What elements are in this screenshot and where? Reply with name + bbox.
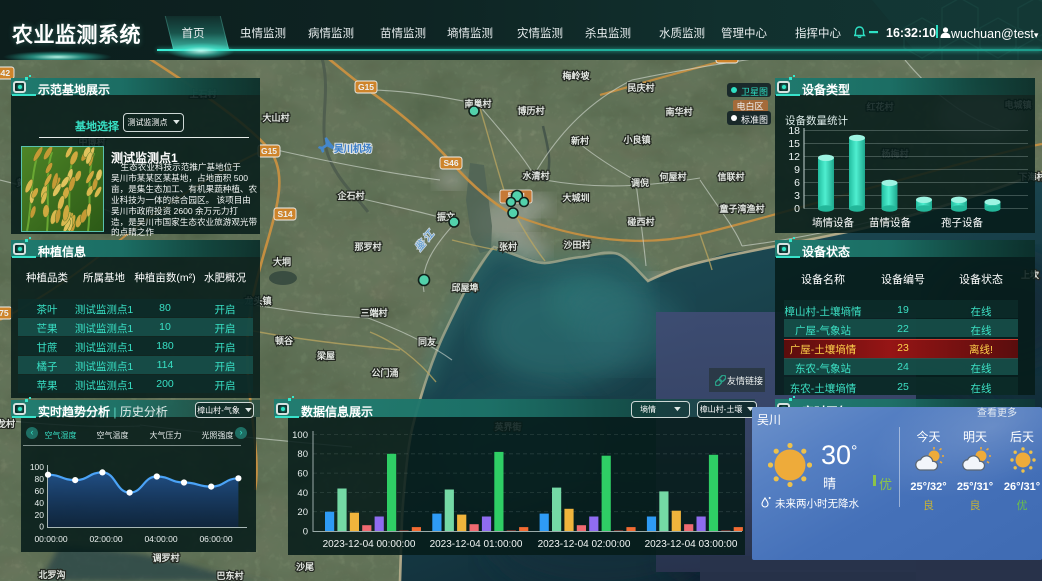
svg-text:0: 0 (794, 203, 800, 215)
svg-text:0: 0 (303, 526, 308, 537)
svg-text:3: 3 (794, 190, 800, 202)
svg-text:00:00:00: 00:00:00 (34, 534, 67, 544)
svg-text:80: 80 (35, 474, 45, 484)
svg-text:60: 60 (35, 486, 45, 496)
svg-text:12: 12 (788, 151, 800, 163)
svg-text:60: 60 (297, 469, 308, 480)
svg-text:2023-12-04 02:00:00: 2023-12-04 02:00:00 (538, 539, 631, 550)
svg-text:40: 40 (35, 498, 45, 508)
svg-text:100: 100 (292, 430, 308, 441)
svg-text:2023-12-04 00:00:00: 2023-12-04 00:00:00 (323, 539, 416, 550)
svg-text:80: 80 (297, 449, 308, 460)
svg-text:孢子设备: 孢子设备 (941, 216, 983, 229)
svg-text:20: 20 (35, 510, 45, 520)
svg-text:02:00:00: 02:00:00 (89, 534, 122, 544)
svg-text:15: 15 (788, 138, 800, 150)
svg-text:2023-12-04 03:00:00: 2023-12-04 03:00:00 (645, 539, 738, 550)
svg-text:苗情设备: 苗情设备 (869, 216, 911, 229)
svg-text:06:00:00: 06:00:00 (199, 534, 232, 544)
svg-text:100: 100 (30, 462, 44, 472)
svg-text:20: 20 (297, 507, 308, 518)
svg-text:6: 6 (794, 177, 800, 189)
svg-text:9: 9 (794, 164, 800, 176)
svg-text:墒情设备: 墒情设备 (812, 216, 854, 229)
svg-text:2023-12-04 01:00:00: 2023-12-04 01:00:00 (430, 539, 523, 550)
svg-text:04:00:00: 04:00:00 (144, 534, 177, 544)
svg-text:18: 18 (788, 125, 800, 137)
svg-text:0: 0 (39, 522, 44, 532)
svg-text:40: 40 (297, 488, 308, 499)
